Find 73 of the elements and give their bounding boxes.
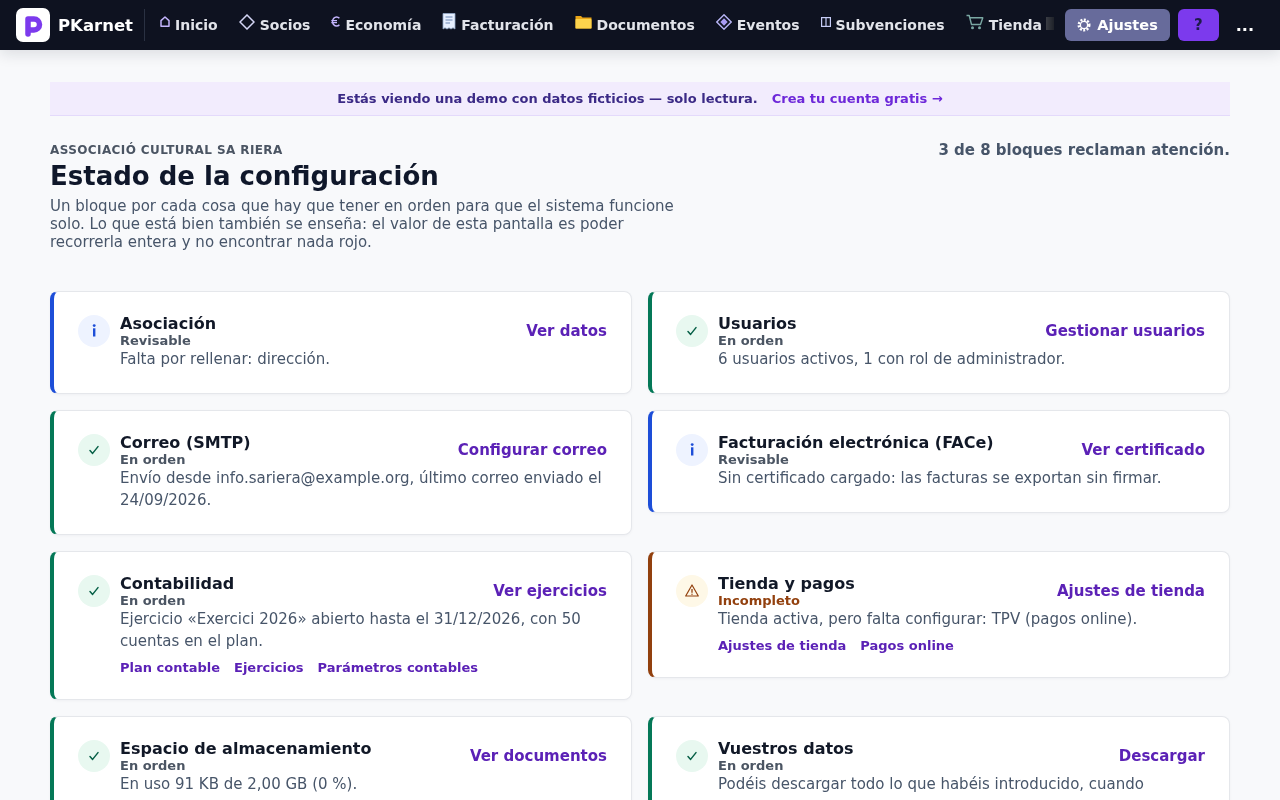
signup-link[interactable]: Crea tu cuenta gratis → [771,91,943,106]
card-link[interactable]: Ejercicios [234,660,304,676]
nav-link[interactable]: Facturación [442,13,554,37]
nav-link[interactable]: Subvenciones [820,15,945,35]
banner-text: Estás viendo una demo con datos ficticios — solo lectura. [337,91,758,106]
action-link[interactable]: Ver datos [526,321,607,348]
card-link[interactable]: Pagos online [860,638,954,654]
nav-link[interactable]: Eventos [715,13,800,37]
square-icon [1046,17,1055,30]
action-link[interactable]: Ver documentos [469,746,607,773]
card-title: Correo (SMTP) [120,433,251,453]
check-icon [78,434,110,466]
card-description: Ejercicio «Exercici 2026» abierto hasta el 31/12/2026, con 50 cuentas en el plan. [120,609,582,652]
columns-icon [820,16,831,27]
card-description: Falta por rellenar: dirección. [120,349,331,370]
card-title: Usuarios [718,314,797,334]
card-title: Facturación electrónica (FACe) [718,433,994,453]
receipt-icon [442,13,457,30]
card-description: 6 usuarios activos, 1 con rol de administrador. [718,349,1067,370]
info-icon [78,315,110,347]
nav-link[interactable]: Socios [238,13,311,37]
card-link[interactable]: Plan contable [120,660,220,676]
check-icon [676,740,708,772]
warning-icon [676,575,708,607]
card-link[interactable]: Ajustes de tienda [718,638,847,654]
home-icon [160,16,170,27]
status-label: En orden [120,453,187,467]
card-description: Tienda activa, pero falta configurar: TPV (pagos online). [718,609,1139,630]
more-button[interactable]: ... [1235,15,1254,35]
status-label: Incompleto [718,594,801,608]
card-title: Asociación [120,314,216,334]
action-link[interactable]: Ver certificado [1081,440,1205,467]
settings-button[interactable]: Ajustes [1065,9,1170,41]
check-icon [78,740,110,772]
status-label: Revisable [718,453,790,467]
status-label: Revisable [120,334,192,348]
card-description: Sin certificado cargado: las facturas se exportan sin firmar. [718,468,1163,489]
action-link[interactable]: Configurar correo [457,440,607,467]
status-label: En orden [120,594,187,608]
card-title: Tienda y pagos [718,574,855,594]
diamond-icon [715,13,732,30]
page-title: Estado de la configuración [50,160,440,192]
euro-icon [331,16,341,27]
attention-summary: 3 de 8 bloques reclaman atención. [938,142,1230,158]
logo-icon [16,8,50,42]
check-icon [78,575,110,607]
check-icon [676,315,708,347]
card-title: Espacio de almacenamiento [120,739,372,759]
card-link[interactable]: Parámetros contables [317,660,479,676]
organization-name: ASSOCIACIÓ CULTURAL SA RIERA [50,142,284,158]
card-title: Vuestros datos [718,739,854,759]
nav-link[interactable]: Documentos [574,14,695,36]
nav-link[interactable]: Inicio [160,15,218,35]
cart-icon [965,13,984,30]
action-link[interactable]: Ver ejercicios [493,581,607,608]
nav-link[interactable]: Tienda [965,13,1042,37]
status-label: En orden [120,759,187,773]
nav-link[interactable]: Economía [331,15,422,35]
card-description: Envío desde info.sariera@example.org, último correo enviado el 24/09/2026. [120,468,603,511]
action-link[interactable]: Ajustes de tienda [1057,581,1205,608]
diamond-icon [238,13,255,30]
card-description: Podéis descargar todo lo que habéis introducido, cuando [718,774,1145,795]
status-label: En orden [718,334,785,348]
folder-icon [574,14,592,29]
action-link[interactable]: Gestionar usuarios [1045,321,1205,348]
gear-icon [1077,18,1092,32]
card-title: Contabilidad [120,574,235,594]
status-label: En orden [718,759,785,773]
action-link[interactable]: Descargar [1118,746,1205,773]
card-description: En uso 91 KB de 2,00 GB (0 %). [120,774,359,795]
page-description: Un bloque por cada cosa que hay que tener en orden para que el sistema funcione solo. Lo que está bien también se enseña: el valor de esta pantalla es poder recorrerla entera y no encontrar nada rojo. [50,197,675,251]
brand-name: PKarnet [58,15,133,35]
info-icon [676,434,708,466]
